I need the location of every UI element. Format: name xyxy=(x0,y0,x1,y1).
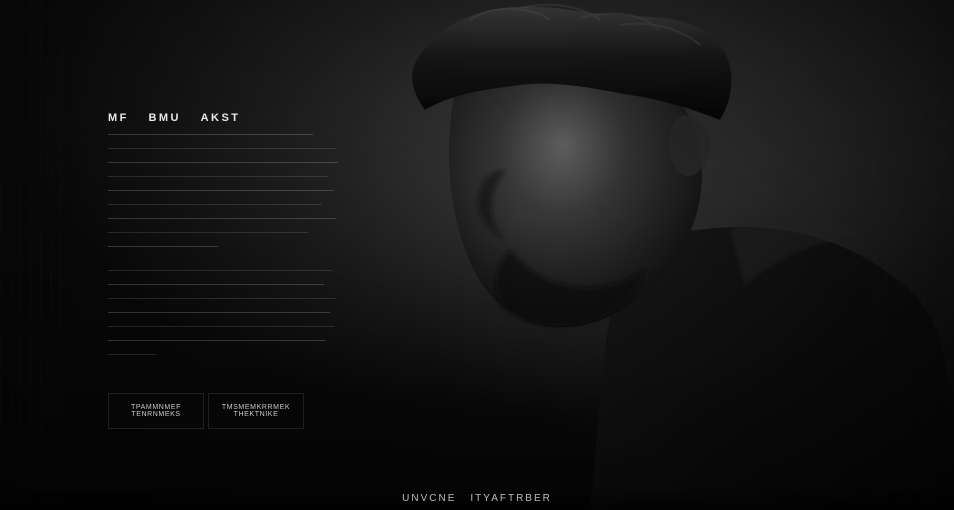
text-line xyxy=(108,134,313,135)
text-line xyxy=(108,204,322,205)
text-line xyxy=(108,162,338,163)
title-word-3: AKST xyxy=(200,112,241,124)
text-line xyxy=(108,312,330,313)
paragraph-placeholder xyxy=(108,134,348,355)
text-line xyxy=(108,148,336,149)
text-line xyxy=(108,340,326,341)
title-word-1: MF xyxy=(108,112,129,124)
text-line xyxy=(108,326,334,327)
text-line xyxy=(108,298,336,299)
footer-word-2: ITYAFTRBER xyxy=(470,492,552,504)
text-line xyxy=(108,270,332,271)
title-word-2: BMU xyxy=(148,112,182,124)
hero-page: MF BMU AKST TPAMMNMEF TENRNMEKS TMSMEMKR… xyxy=(0,0,954,510)
text-line xyxy=(108,176,328,177)
intro-panel: MF BMU AKST xyxy=(108,112,348,368)
text-line xyxy=(108,218,336,219)
text-line xyxy=(108,354,156,355)
cta-buttons: TPAMMNMEF TENRNMEKS TMSMEMKRRMEK THEKTNI… xyxy=(108,393,304,429)
text-line xyxy=(108,246,218,247)
footer-word-1: UNVCNE xyxy=(402,492,457,504)
text-line xyxy=(108,190,334,191)
text-line xyxy=(108,284,324,285)
intro-title: MF BMU AKST xyxy=(108,112,348,124)
text-line xyxy=(108,232,308,233)
footer-bar: UNVCNE ITYAFTRBER xyxy=(0,486,954,510)
primary-cta-button[interactable]: TPAMMNMEF TENRNMEKS xyxy=(108,393,204,429)
secondary-cta-button[interactable]: TMSMEMKRRMEK THEKTNIKE xyxy=(208,393,304,429)
